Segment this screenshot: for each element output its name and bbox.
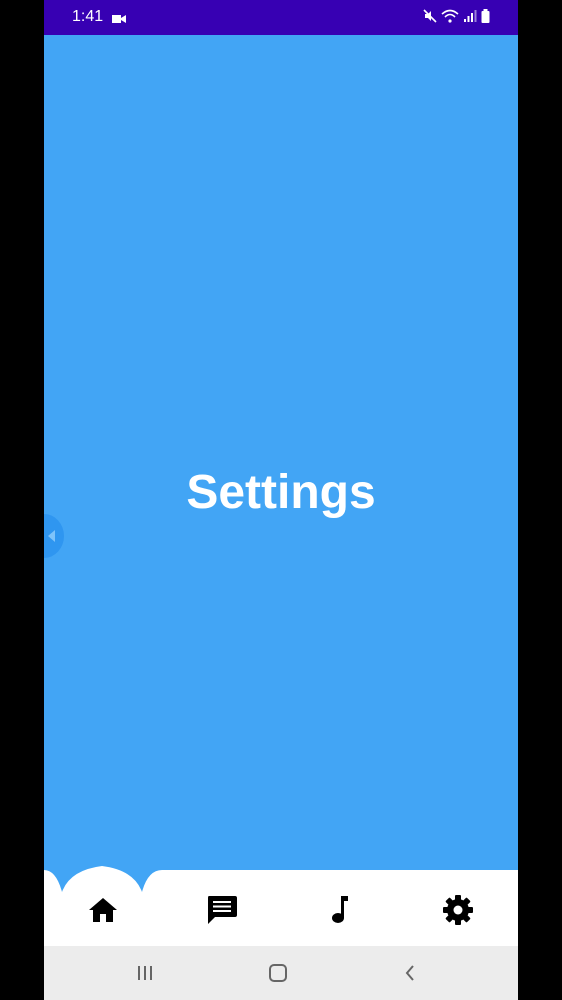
signal-icon	[463, 9, 477, 28]
nav-home[interactable]	[83, 890, 123, 930]
bottom-navigation-bar	[44, 862, 518, 946]
page-title: Settings	[186, 466, 376, 519]
gear-icon	[443, 895, 473, 925]
status-bar: 1:41	[44, 0, 518, 35]
recent-apps-button[interactable]	[130, 960, 160, 986]
battery-icon	[481, 9, 490, 28]
wifi-icon	[441, 9, 459, 28]
content-area: Settings	[44, 35, 518, 870]
recent-apps-icon	[138, 966, 152, 980]
nav-messages[interactable]	[202, 890, 242, 930]
music-note-icon	[332, 896, 348, 923]
video-camera-icon	[112, 11, 126, 29]
app-screen: 1:41 Settings	[44, 0, 518, 1000]
chevron-left-icon	[48, 530, 55, 542]
home-button-icon	[269, 964, 287, 982]
nav-music[interactable]	[320, 890, 360, 930]
back-icon	[405, 965, 414, 981]
back-button[interactable]	[395, 960, 425, 986]
system-navigation-bar	[44, 946, 518, 1000]
home-icon	[89, 898, 117, 922]
home-button[interactable]	[263, 960, 293, 986]
message-icon	[208, 896, 237, 924]
mute-icon	[423, 9, 437, 28]
status-icons	[423, 9, 490, 28]
nav-settings[interactable]	[438, 890, 478, 930]
status-time: 1:41	[72, 8, 104, 25]
